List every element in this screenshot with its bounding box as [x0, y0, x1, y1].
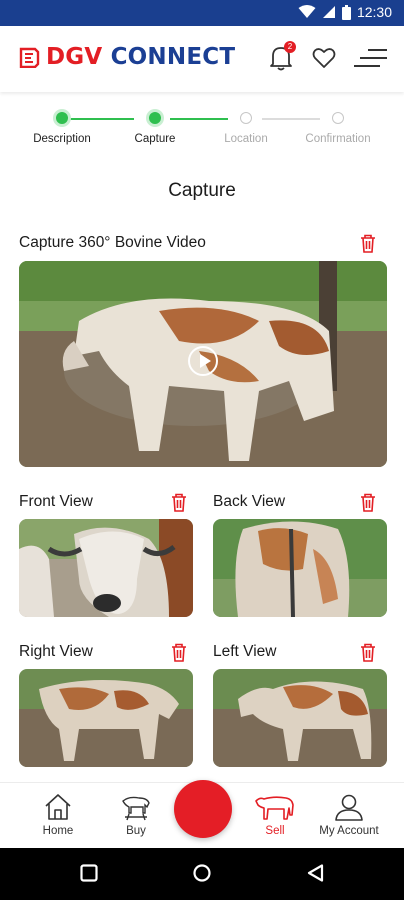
page-title: Capture: [168, 180, 236, 201]
step-label: Description: [33, 133, 91, 145]
nav-home-label: Home: [42, 825, 74, 837]
status-icons: 12:30: [298, 4, 392, 20]
left-view-photo[interactable]: [213, 669, 387, 767]
nav-buy[interactable]: Buy: [108, 793, 164, 837]
bovine-video-thumbnail[interactable]: [19, 261, 387, 467]
step-label: Location: [224, 133, 268, 145]
step-dot: [149, 112, 161, 124]
step-label: Confirmation: [305, 133, 371, 145]
step-confirmation[interactable]: Confirmation: [292, 108, 384, 145]
delete-front-view-icon[interactable]: [170, 492, 188, 512]
brand-logo[interactable]: DGV CONNECT: [18, 44, 235, 70]
step-description[interactable]: Description: [16, 108, 108, 145]
nav-my-account-label: My Account: [319, 825, 379, 837]
back-view-image: [213, 519, 387, 617]
delete-back-view-icon[interactable]: [359, 492, 377, 512]
play-video-button[interactable]: [188, 346, 218, 376]
home-icon: [45, 794, 71, 820]
system-navigation-bar: [0, 848, 404, 900]
delete-left-view-icon[interactable]: [359, 642, 377, 662]
header-actions: 2: [268, 41, 388, 72]
nav-home[interactable]: Home: [30, 793, 86, 837]
delete-right-view-icon[interactable]: [170, 642, 188, 662]
left-view-title: Left View: [213, 643, 277, 660]
sell-cow-icon: [255, 796, 294, 820]
right-view-photo[interactable]: [19, 669, 193, 767]
dgv-logo-icon: [19, 47, 40, 68]
step-label: Capture: [134, 133, 176, 145]
notification-badge: 2: [284, 41, 296, 53]
nav-sell-label: Sell: [265, 825, 285, 837]
brand-name: DGV CONNECT: [46, 44, 235, 70]
brand-name-dgv: DGV: [46, 44, 103, 70]
back-view-title: Back View: [213, 493, 286, 510]
step-dot: [332, 112, 344, 124]
heart-icon[interactable]: [312, 47, 336, 69]
right-view-title: Right View: [19, 643, 93, 660]
nav-my-account[interactable]: My Account: [312, 793, 386, 837]
right-view-image: [19, 669, 193, 767]
front-view-title: Front View: [19, 493, 93, 510]
brand-name-connect: CONNECT: [110, 44, 236, 70]
notifications-button[interactable]: 2: [268, 41, 296, 72]
menu-icon[interactable]: [354, 47, 388, 69]
step-dot: [56, 112, 68, 124]
recents-icon[interactable]: [80, 864, 98, 882]
app-header: DGV CONNECT 2: [0, 26, 404, 92]
cell-signal-icon: [322, 6, 335, 18]
home-system-icon[interactable]: [193, 864, 211, 882]
step-capture[interactable]: Capture: [109, 108, 201, 145]
step-dot: [240, 112, 252, 124]
account-icon: [335, 794, 363, 821]
video-section-title: Capture 360° Bovine Video: [19, 234, 206, 251]
capture-button[interactable]: [174, 780, 232, 838]
clock: 12:30: [356, 4, 392, 20]
nav-buy-label: Buy: [126, 825, 146, 837]
status-bar: 12:30: [0, 0, 404, 26]
back-icon[interactable]: [307, 864, 325, 882]
nav-sell[interactable]: Sell: [246, 793, 304, 837]
front-view-photo[interactable]: [19, 519, 193, 617]
left-view-image: [213, 669, 387, 767]
back-view-photo[interactable]: [213, 519, 387, 617]
buy-cow-icon: [122, 796, 150, 821]
progress-stepper: Description Capture Location Confirmatio…: [0, 108, 404, 152]
battery-icon: [341, 4, 351, 20]
step-location[interactable]: Location: [200, 108, 292, 145]
delete-video-icon[interactable]: [359, 233, 377, 253]
wifi-icon: [298, 5, 316, 18]
front-view-image: [19, 519, 193, 617]
